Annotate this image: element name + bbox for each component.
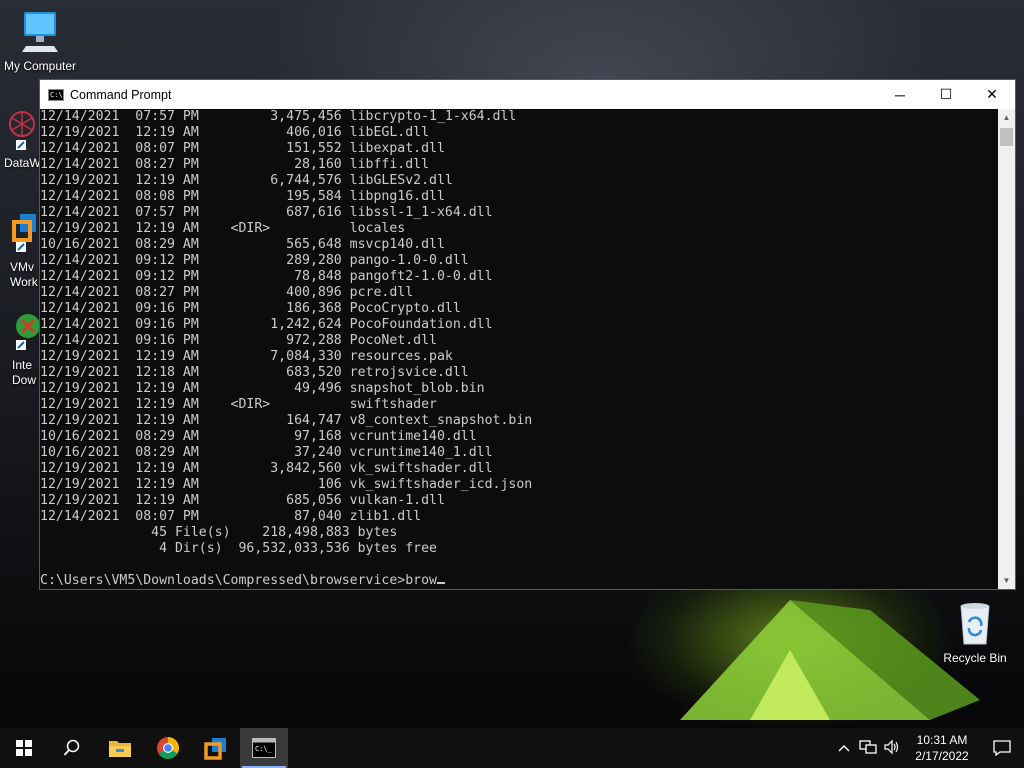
console-line: 10/16/2021 08:29 AM 97,168 vcruntime140.… — [40, 429, 477, 444]
minimize-button[interactable]: ─ — [877, 80, 923, 109]
command-prompt-window[interactable]: C:\ Command Prompt ─ ☐ ✕ 12/14/2021 07:5… — [39, 79, 1016, 590]
search-button[interactable] — [48, 728, 96, 768]
clock-date: 2/17/2022 — [915, 749, 969, 763]
taskbar: C:\_ 10:31 AM 2/17/2022 — [0, 728, 1024, 768]
scroll-down-arrow-icon[interactable]: ▼ — [998, 572, 1015, 589]
chrome-button[interactable] — [144, 728, 192, 768]
desktop-icon-label: Inte Dow — [12, 358, 37, 387]
console-prompt: C:\Users\VM5\Downloads\Compressed\browse… — [40, 573, 406, 588]
console-text: 12/14/2021 07:57 PM 3,475,456 libcrypto-… — [40, 109, 999, 589]
start-button[interactable] — [0, 728, 48, 768]
desktop-icon-recycle-bin[interactable]: Recycle Bin — [935, 600, 1015, 665]
console-line: 12/19/2021 12:19 AM <DIR> locales — [40, 221, 406, 236]
desktop-icon-label: DataW — [4, 156, 41, 170]
console-line: 12/14/2021 09:16 PM 972,288 PocoNet.dll — [40, 333, 437, 348]
close-button[interactable]: ✕ — [969, 80, 1015, 109]
svg-text:C:\_: C:\_ — [255, 745, 273, 753]
console-line: 12/19/2021 12:19 AM 164,747 v8_context_s… — [40, 413, 533, 428]
console-line: 10/16/2021 08:29 AM 565,648 msvcp140.dll — [40, 237, 445, 252]
console-line: 10/16/2021 08:29 AM 37,240 vcruntime140_… — [40, 445, 493, 460]
maximize-button[interactable]: ☐ — [923, 80, 969, 109]
desktop-icon-internet-download[interactable]: Inte Dow — [12, 310, 42, 388]
scroll-up-arrow-icon[interactable]: ▲ — [998, 109, 1015, 126]
title-bar[interactable]: C:\ Command Prompt ─ ☐ ✕ — [40, 80, 1015, 109]
notification-icon — [993, 740, 1011, 756]
console-line: 12/19/2021 12:19 AM 685,056 vulkan-1.dll — [40, 493, 445, 508]
console-line: 12/14/2021 09:12 PM 289,280 pango-1.0-0.… — [40, 253, 469, 268]
console-line: 12/14/2021 09:12 PM 78,848 pangoft2-1.0-… — [40, 269, 493, 284]
console-line: 12/14/2021 08:07 PM 87,040 zlib1.dll — [40, 509, 422, 524]
folder-icon — [109, 741, 131, 757]
windows-logo-icon — [16, 740, 32, 756]
vmware-icon — [12, 214, 36, 252]
console-line: 12/14/2021 09:16 PM 186,368 PocoCrypto.d… — [40, 301, 461, 316]
datawarehouse-icon — [9, 111, 35, 150]
console-line: 12/14/2021 07:57 PM 3,475,456 libcrypto-… — [40, 109, 517, 124]
file-explorer-button[interactable] — [96, 728, 144, 768]
desktop-icon-vmware[interactable]: VMv Work — [10, 210, 40, 290]
console-line: 12/19/2021 12:18 AM 683,520 retrojsvice.… — [40, 365, 469, 380]
desktop-icon-datawarehouse[interactable]: DataW — [4, 108, 41, 171]
vertical-scrollbar[interactable]: ▲ ▼ — [998, 109, 1015, 589]
volume-icon[interactable] — [880, 739, 904, 758]
vmware-icon — [204, 738, 226, 760]
notifications-button[interactable] — [980, 728, 1024, 768]
desktop-icon-label: Recycle Bin — [943, 651, 1007, 665]
internet-download-manager-icon — [16, 314, 40, 350]
console-input[interactable]: brow — [405, 573, 437, 588]
console-line: 12/14/2021 07:57 PM 687,616 libssl-1_1-x… — [40, 205, 493, 220]
console-line: 12/14/2021 08:08 PM 195,584 libpng16.dll — [40, 189, 445, 204]
console-line: 12/14/2021 08:07 PM 151,552 libexpat.dll — [40, 141, 445, 156]
console-line: 12/14/2021 08:27 PM 400,896 pcre.dll — [40, 285, 414, 300]
command-prompt-icon: C:\_ — [252, 738, 276, 758]
console-line: 12/19/2021 12:19 AM <DIR> swiftshader — [40, 397, 437, 412]
console-line: 12/19/2021 12:19 AM 406,016 libEGL.dll — [40, 125, 430, 140]
chevron-up-icon[interactable] — [832, 740, 856, 756]
desktop-icon-label: VMv Work — [10, 260, 38, 289]
recycle-bin-icon — [960, 603, 990, 645]
console-line: 12/19/2021 12:19 AM 6,744,576 libGLESv2.… — [40, 173, 453, 188]
command-prompt-icon: C:\ — [48, 88, 64, 101]
command-prompt-taskbar-button[interactable]: C:\_ — [240, 728, 288, 768]
console-line: 12/19/2021 12:19 AM 3,842,560 vk_swiftsh… — [40, 461, 493, 476]
clock[interactable]: 10:31 AM 2/17/2022 — [904, 732, 980, 764]
console-line: 12/19/2021 12:19 AM 106 vk_swiftshader_i… — [40, 477, 533, 492]
desktop-icon-label: My Computer — [3, 59, 77, 73]
network-icon[interactable] — [856, 739, 880, 758]
console-line: 12/14/2021 09:16 PM 1,242,624 PocoFounda… — [40, 317, 493, 332]
search-icon — [63, 739, 80, 756]
chrome-icon — [157, 737, 179, 759]
scrollbar-thumb[interactable] — [1000, 128, 1013, 146]
vmware-taskbar-button[interactable] — [192, 728, 240, 768]
text-cursor — [437, 582, 445, 584]
console-line: 12/19/2021 12:19 AM 7,084,330 resources.… — [40, 349, 453, 364]
console-line: 45 File(s) 218,498,883 bytes — [151, 525, 398, 540]
clock-time: 10:31 AM — [916, 733, 968, 747]
window-title: Command Prompt — [70, 87, 172, 102]
console-output[interactable]: 12/14/2021 07:57 PM 3,475,456 libcrypto-… — [40, 109, 999, 589]
desktop-icon-my-computer[interactable]: My Computer — [0, 8, 80, 73]
console-line: 4 Dir(s) 96,532,033,536 bytes free — [159, 541, 437, 556]
console-line: 12/19/2021 12:19 AM 49,496 snapshot_blob… — [40, 381, 485, 396]
system-tray: 10:31 AM 2/17/2022 — [832, 728, 1024, 768]
console-line: 12/14/2021 08:27 PM 28,160 libffi.dll — [40, 157, 430, 172]
computer-icon — [22, 12, 58, 52]
